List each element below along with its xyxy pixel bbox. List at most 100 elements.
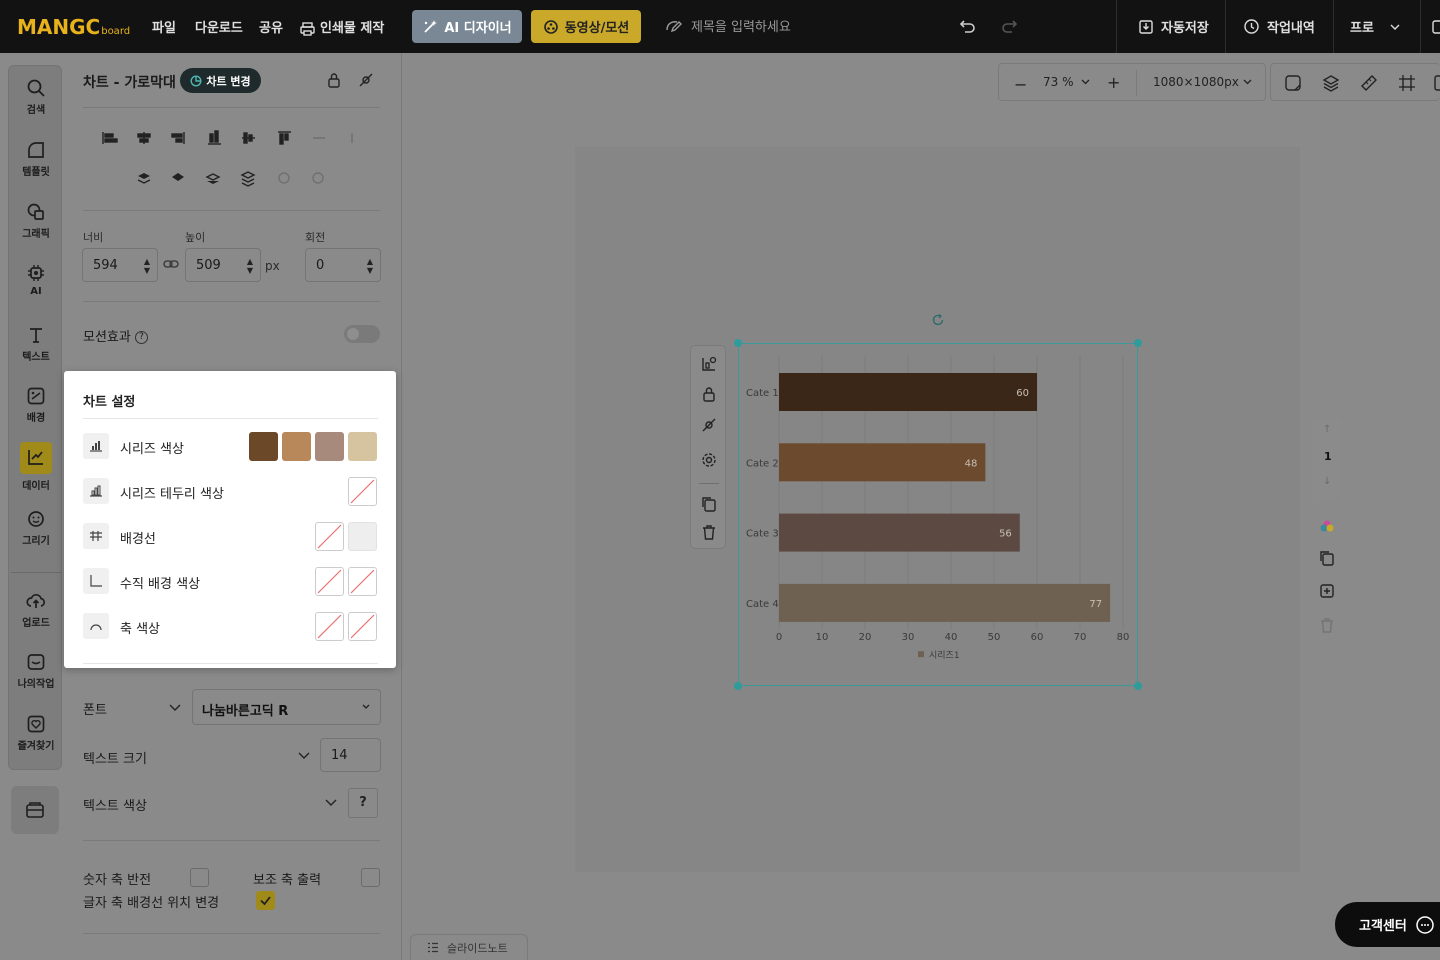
gridline-swatch-2[interactable] xyxy=(348,522,377,551)
document-title-placeholder: 제목을 입력하세요 xyxy=(691,20,791,35)
align-tools[interactable] xyxy=(100,128,360,193)
font-select[interactable]: 나눔바른고딕 R xyxy=(192,689,381,725)
text-size-input[interactable]: 14 xyxy=(320,738,381,772)
top-bar: MANGCboard 파일 다운로드 공유 인쇄물 제작 AI 디자이너 동영상… xyxy=(0,0,1440,53)
chevron-down-icon[interactable] xyxy=(169,704,181,711)
chevron-down-icon[interactable] xyxy=(1081,79,1090,85)
link-icon[interactable] xyxy=(163,259,179,269)
delete-page-icon[interactable] xyxy=(1319,617,1335,633)
rail-more-button[interactable] xyxy=(11,786,59,834)
lock-icon[interactable] xyxy=(327,72,341,88)
chat-icon xyxy=(1415,915,1435,935)
rail-ai[interactable]: AI xyxy=(9,263,63,297)
layers-icon[interactable] xyxy=(1322,74,1340,92)
window-icon[interactable] xyxy=(1432,20,1440,34)
stepper-icon[interactable]: ▲ ▼ xyxy=(247,257,253,275)
category-grid-checkbox[interactable] xyxy=(256,891,275,910)
resize-handle-tr[interactable] xyxy=(1134,339,1142,347)
panel-title: 차트 - 가로막대 xyxy=(83,75,176,91)
rail-search[interactable]: 검색 xyxy=(9,78,63,116)
rail-data[interactable]: 데이터 xyxy=(9,442,63,492)
hide-icon[interactable] xyxy=(358,72,374,88)
menu-share[interactable]: 공유 xyxy=(259,17,283,36)
chevron-down-icon xyxy=(362,704,370,709)
menu-file[interactable]: 파일 xyxy=(152,17,176,36)
rail-background[interactable]: 배경 xyxy=(9,386,63,424)
arrow-up-icon[interactable]: ↑ xyxy=(1323,424,1331,435)
series-border-swatch[interactable] xyxy=(348,477,377,506)
slide-note-tab[interactable]: 슬라이드노트 xyxy=(410,934,528,960)
redo-icon[interactable] xyxy=(999,16,1019,36)
chevron-down-icon[interactable] xyxy=(298,752,310,759)
color-palette-icon[interactable] xyxy=(1319,518,1335,534)
vertical-bg-swatch-1[interactable] xyxy=(315,567,344,596)
chevron-down-icon[interactable] xyxy=(325,799,337,806)
resize-handle-bl[interactable] xyxy=(734,682,742,690)
grid-view-icon[interactable] xyxy=(1434,74,1440,92)
add-page-icon[interactable] xyxy=(1319,583,1335,599)
help-icon[interactable]: ? xyxy=(134,331,148,344)
secondary-axis-checkbox[interactable] xyxy=(361,868,380,887)
rail-upload[interactable]: 업로드 xyxy=(9,591,63,629)
zoom-in-icon[interactable]: + xyxy=(1107,73,1120,92)
background-icon xyxy=(27,387,45,405)
chart-edit-icon[interactable] xyxy=(700,355,718,373)
magic-wand-icon xyxy=(422,19,438,35)
width-input[interactable]: 594 ▲ ▼ xyxy=(82,248,158,282)
height-input[interactable]: 509 ▲ ▼ xyxy=(185,248,261,282)
settings-icon[interactable] xyxy=(701,452,717,468)
rail-graphic[interactable]: 그래픽 xyxy=(9,202,63,240)
lock-icon[interactable] xyxy=(701,386,717,402)
series-color-swatch[interactable] xyxy=(282,432,311,461)
chevron-down-icon[interactable] xyxy=(1243,79,1252,85)
canvas-size[interactable]: 1080×1080px xyxy=(1153,75,1239,89)
menu-download[interactable]: 다운로드 xyxy=(195,17,243,36)
rotate-icon[interactable] xyxy=(931,313,945,327)
resize-handle-tl[interactable] xyxy=(734,339,742,347)
rail-favorites[interactable]: 즐겨찾기 xyxy=(9,714,63,752)
history-button[interactable]: 작업내역 xyxy=(1243,17,1315,36)
rail-text[interactable]: 텍스트 xyxy=(9,325,63,363)
copy-icon[interactable] xyxy=(701,496,717,512)
autosave-button[interactable]: 자동저장 xyxy=(1138,17,1209,36)
ai-designer-button[interactable]: AI 디자이너 xyxy=(412,10,522,43)
duplicate-page-icon[interactable] xyxy=(1319,550,1335,566)
axis-color-swatch-2[interactable] xyxy=(348,612,377,641)
video-motion-button[interactable]: 동영상/모션 xyxy=(531,10,641,43)
zoom-out-icon[interactable]: − xyxy=(1014,75,1027,94)
reverse-axis-checkbox[interactable] xyxy=(190,868,209,887)
crop-icon[interactable] xyxy=(1398,74,1416,92)
vertical-bg-label: 수직 배경 색상 xyxy=(120,577,201,592)
zoom-value[interactable]: 73 % xyxy=(1043,75,1074,89)
gridline-swatch-1[interactable] xyxy=(315,522,344,551)
text-color-swatch[interactable]: ? xyxy=(348,788,378,818)
vertical-bg-swatch-2[interactable] xyxy=(348,567,377,596)
stepper-icon[interactable]: ▲ ▼ xyxy=(367,257,373,275)
series-color-swatch[interactable] xyxy=(249,432,278,461)
menu-print[interactable]: 인쇄물 제작 xyxy=(300,17,384,36)
arrow-down-icon[interactable]: ↓ xyxy=(1323,476,1331,487)
axis-color-swatch-1[interactable] xyxy=(315,612,344,641)
hide-icon[interactable] xyxy=(701,417,717,433)
document-title-input[interactable]: 제목을 입력하세요 xyxy=(665,16,791,35)
popup-title: 차트 설정 xyxy=(83,395,136,410)
vertical-bg-row: 수직 배경 색상 xyxy=(83,567,378,597)
support-button[interactable]: 고객센터 xyxy=(1335,902,1440,947)
stepper-icon[interactable]: ▲ ▼ xyxy=(144,257,150,275)
menu-print-label: 인쇄물 제작 xyxy=(320,21,385,36)
change-chart-button[interactable]: 차트 변경 xyxy=(180,68,261,93)
note-icon[interactable] xyxy=(1284,74,1302,92)
rotation-input[interactable]: 0 ▲ ▼ xyxy=(305,248,381,282)
rail-template[interactable]: 템플릿 xyxy=(9,140,63,178)
rail-my-work[interactable]: 나의작업 xyxy=(9,652,63,690)
undo-icon[interactable] xyxy=(958,16,978,36)
resize-handle-br[interactable] xyxy=(1134,682,1142,690)
trash-icon[interactable] xyxy=(701,524,717,540)
series-color-swatch[interactable] xyxy=(348,432,377,461)
pro-dropdown[interactable]: 프로 xyxy=(1350,17,1400,36)
series-color-swatch[interactable] xyxy=(315,432,344,461)
ruler-icon[interactable] xyxy=(1360,74,1378,92)
logo[interactable]: MANGCboard xyxy=(17,15,130,39)
motion-toggle[interactable] xyxy=(344,325,380,343)
rail-draw[interactable]: 그리기 xyxy=(9,509,63,547)
